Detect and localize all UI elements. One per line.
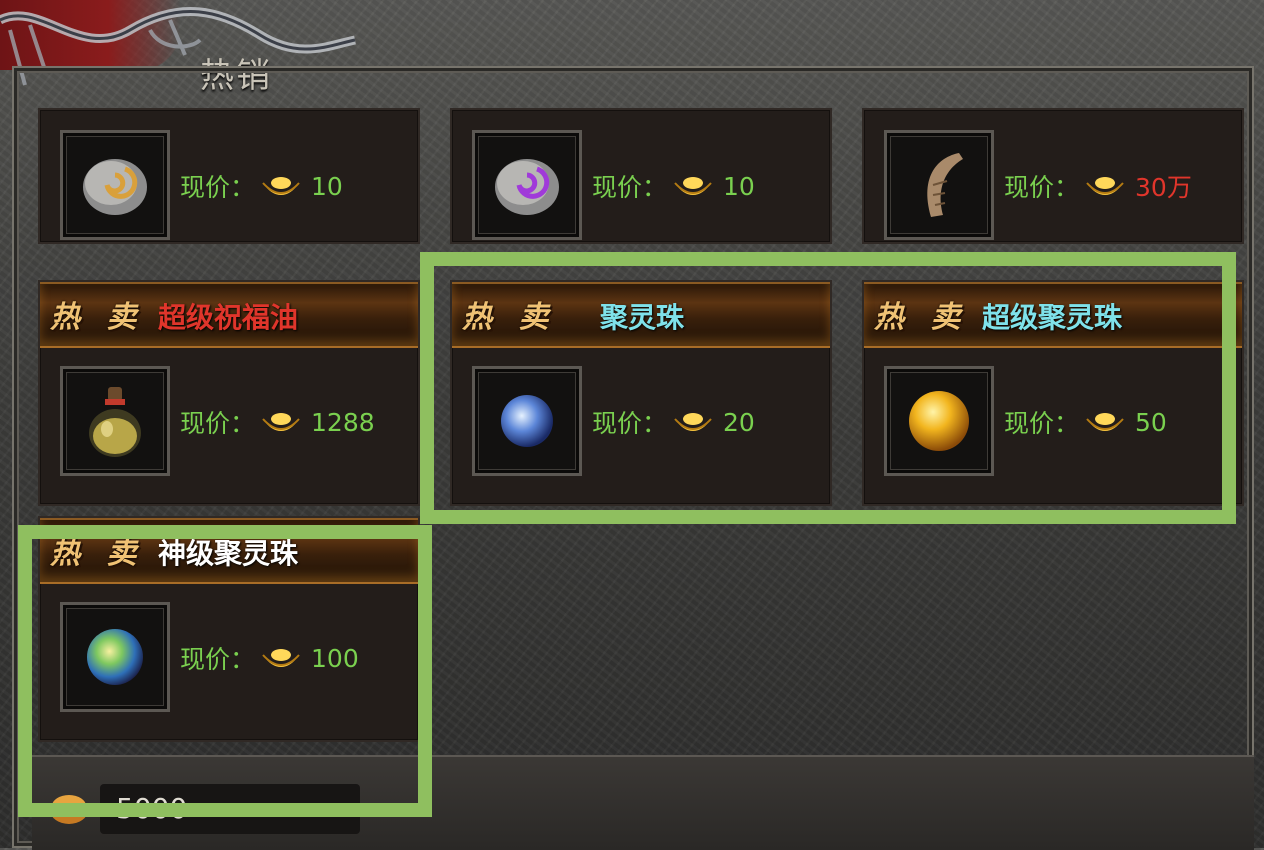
shop-item-card[interactable]: 现价： 10 <box>38 108 420 244</box>
item-name: 聚灵珠 <box>600 301 685 334</box>
hot-sale-banner: 热 卖 超级聚灵珠 <box>864 282 1242 348</box>
gold-ingot-icon <box>1086 413 1124 431</box>
price-label: 现价： <box>592 173 668 202</box>
item-slot[interactable] <box>884 366 994 476</box>
hot-sale-badge: 热 卖 <box>50 300 145 335</box>
item-slot[interactable] <box>60 602 170 712</box>
gold-ingot-icon <box>674 177 712 195</box>
hot-sale-banner: 热 卖 神级聚灵珠 <box>40 518 418 584</box>
currency-amount: 5000 <box>100 784 360 834</box>
shop-item-card[interactable]: 热 卖 聚灵珠 现价： 20 <box>450 280 832 506</box>
price-value: 1288 <box>311 407 375 437</box>
hot-sale-badge: 热 卖 <box>462 300 557 335</box>
price-label: 现价： <box>1004 173 1080 202</box>
shop-window: { "window": { "title": "热销" }, "price_la… <box>0 0 1264 850</box>
gold-ingot-icon <box>262 649 300 667</box>
shop-item-card[interactable]: 热 卖 超级聚灵珠 现价： 50 <box>862 280 1244 506</box>
title-backdrop <box>0 0 180 70</box>
item-slot[interactable] <box>60 366 170 476</box>
purple-rune-stone-icon <box>495 159 559 215</box>
item-slot[interactable] <box>884 130 994 240</box>
gold-ingot-icon <box>262 177 300 195</box>
price-row: 现价： 100 <box>180 640 359 676</box>
hot-sale-banner: 热 卖 聚灵珠 <box>452 282 830 348</box>
price-label: 现价： <box>180 409 256 438</box>
hot-sale-badge: 热 卖 <box>50 536 145 571</box>
shop-item-card[interactable]: 热 卖 超级祝福油 现价： 1288 <box>38 280 420 506</box>
item-slot[interactable] <box>472 366 582 476</box>
golden-orb-icon <box>909 391 969 451</box>
price-value: 10 <box>723 171 755 201</box>
item-slot[interactable] <box>472 130 582 240</box>
price-value: 10 <box>311 171 343 201</box>
potion-bottle-icon <box>89 387 141 457</box>
blue-orb-icon <box>501 395 553 447</box>
price-label: 现价： <box>1004 409 1080 438</box>
hot-sale-badge: 热 卖 <box>874 300 969 335</box>
price-label: 现价： <box>180 645 256 674</box>
shop-item-card[interactable]: 现价： 10 <box>450 108 832 244</box>
item-name: 超级聚灵珠 <box>982 301 1123 334</box>
item-name: 神级聚灵珠 <box>158 537 299 570</box>
price-row: 现价： 10 <box>592 168 755 204</box>
price-row: 现价： 10 <box>180 168 343 204</box>
price-value: 100 <box>311 643 359 673</box>
item-slot[interactable] <box>60 130 170 240</box>
price-label: 现价： <box>180 173 256 202</box>
price-value: 30万 <box>1135 173 1192 202</box>
price-label: 现价： <box>592 409 668 438</box>
price-row: 现价： 1288 <box>180 404 375 440</box>
gold-rune-stone-icon <box>83 159 147 215</box>
price-value: 50 <box>1135 407 1167 437</box>
hot-sale-banner: 热 卖 超级祝福油 <box>40 282 418 348</box>
horn-icon <box>927 153 963 217</box>
price-row: 现价： 50 <box>1004 404 1167 440</box>
price-value: 20 <box>723 407 755 437</box>
gold-ingot-icon <box>262 413 300 431</box>
price-row: 现价： 20 <box>592 404 755 440</box>
gold-coin-icon <box>50 795 88 824</box>
item-name: 超级祝福油 <box>158 301 299 334</box>
gold-ingot-icon <box>1086 177 1124 195</box>
gold-ingot-icon <box>674 413 712 431</box>
rainbow-orb-icon <box>87 629 143 685</box>
shop-item-card[interactable]: 热 卖 神级聚灵珠 现价： 100 <box>38 516 420 742</box>
shop-item-card[interactable]: 现价： 30万 <box>862 108 1244 244</box>
price-row: 现价： 30万 <box>1004 168 1192 204</box>
